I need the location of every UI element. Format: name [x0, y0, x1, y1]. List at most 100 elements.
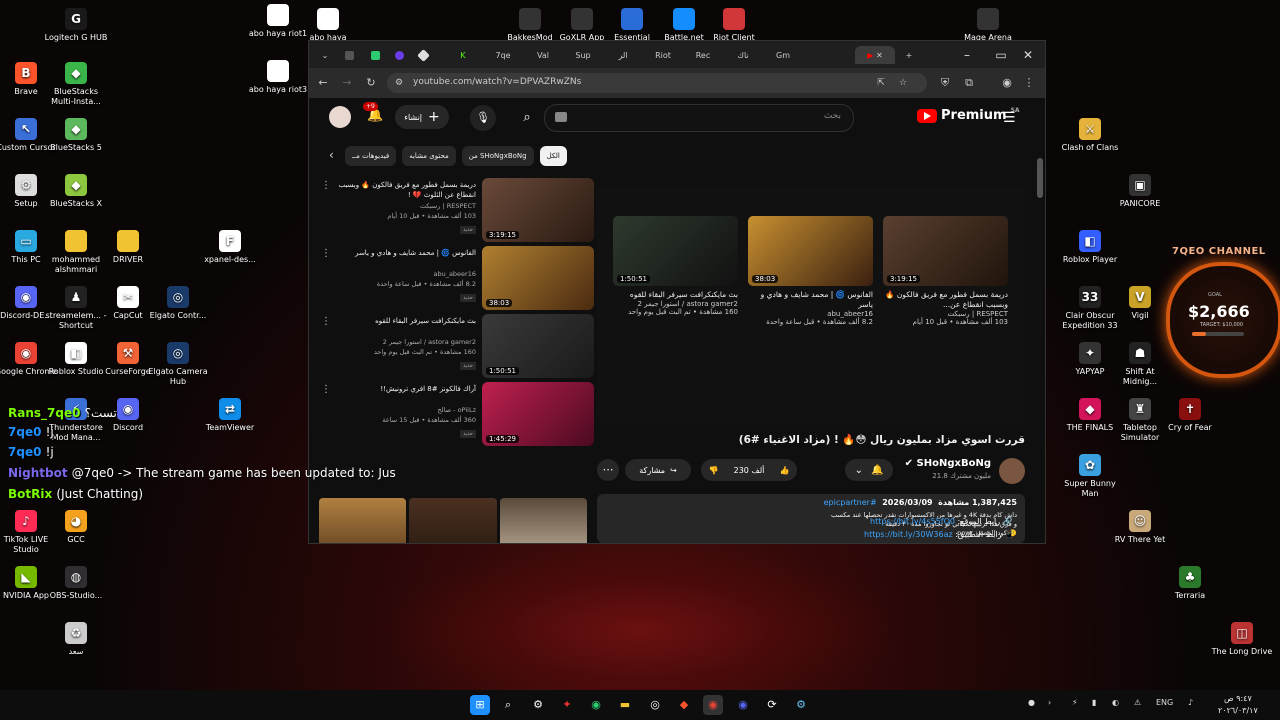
tab-item[interactable]: Gm — [763, 46, 803, 64]
video-thumbnail[interactable]: 1:50:51 — [482, 314, 594, 378]
desktop-shortcut[interactable]: ♻ سعد — [44, 622, 108, 657]
tab-search-icon[interactable]: ⌄ — [313, 46, 337, 64]
desktop-shortcut[interactable]: G Logitech G HUB — [44, 8, 108, 43]
desktop-shortcut[interactable]: ◍ OBS-Studio... — [44, 566, 108, 601]
tray-icon[interactable]: ◐ — [1112, 698, 1119, 707]
app-icon[interactable]: ◎ — [645, 695, 665, 715]
reload-icon[interactable]: ↻ — [363, 75, 379, 91]
microphone-icon[interactable]: 🎙 — [470, 105, 496, 131]
recommendation-title[interactable]: الفانوس 🌀 | محمد شايف و هادي و ياسر — [336, 248, 476, 258]
tab-item[interactable]: ناك — [723, 46, 763, 64]
chrome-icon[interactable]: ◉ — [703, 695, 723, 715]
recommendation-title[interactable]: آراك فالكونز #8 افري ترونيش!! — [336, 384, 476, 394]
dislike-icon[interactable]: 👎 — [709, 466, 719, 475]
short-thumbnail[interactable] — [409, 498, 497, 543]
video-thumbnail[interactable]: 3:19:15 — [482, 178, 594, 242]
more-actions-icon[interactable]: ⋯ — [597, 459, 619, 481]
tab-menu[interactable] — [337, 46, 361, 64]
recommendation-item[interactable]: 3:19:15 دريمة بسمل فطور مع فريق فالكون 🔥 … — [309, 178, 594, 242]
recommendation-channel[interactable]: abu_abeer16 — [336, 270, 476, 278]
minimize-button[interactable]: – — [952, 45, 982, 65]
desktop-shortcut[interactable]: Fxpanel-des... — [198, 230, 262, 265]
tab-item[interactable]: K — [443, 46, 483, 64]
subscribed-button[interactable]: ⌄ 🔔 — [845, 459, 893, 481]
desktop-shortcut[interactable]: ✝ Cry of Fear — [1158, 398, 1222, 433]
tab-item[interactable] — [411, 46, 435, 64]
end-screen-card[interactable]: 1:50:51 بث مايكنكرافت سيرفر البقاء للقوه a… — [613, 216, 738, 316]
start-icon[interactable]: ⊞ — [470, 695, 490, 715]
bookmark-star-icon[interactable]: ☆ — [895, 75, 911, 91]
tab-item[interactable]: 7qe — [483, 46, 523, 64]
volume-icon[interactable]: ♪ — [1188, 698, 1193, 707]
tray-icon[interactable]: ⚡ — [1072, 698, 1078, 707]
tab-item[interactable]: الر — [603, 46, 643, 64]
desktop-shortcut[interactable]: ▣ PANICORE — [1108, 174, 1172, 209]
tray-overflow-icon[interactable]: › — [1048, 698, 1051, 707]
tab-item[interactable] — [363, 46, 387, 64]
desktop-shortcut[interactable]: ◫ The Long Drive — [1210, 622, 1274, 657]
video-player[interactable]: 1:50:51 بث مايكنكرافت سيرفر البقاء للقوه a… — [597, 186, 1025, 424]
recommendation-channel[interactable]: astora gamer2 / استورا جيمر 2 — [336, 338, 476, 346]
more-options-icon[interactable]: ⋮ — [321, 248, 331, 259]
profile-icon[interactable]: ◉ — [999, 75, 1015, 91]
recommendation-item[interactable]: 38:03 الفانوس 🌀 | محمد شايف و هادي و ياسر… — [309, 246, 594, 310]
keyboard-icon[interactable] — [555, 112, 567, 122]
chip-related[interactable]: محتوى مشابه — [402, 146, 456, 166]
channel-avatar[interactable] — [999, 458, 1025, 484]
desktop-shortcut[interactable]: ◎ Elgato Camera Hub — [146, 342, 210, 387]
more-options-icon[interactable]: ⋮ — [321, 180, 331, 191]
more-options-icon[interactable]: ⋮ — [321, 316, 331, 327]
like-dislike-group[interactable]: 👎 230 ألف 👍 — [701, 459, 797, 481]
end-screen-card[interactable]: 38:03 الفانوس 🌀 | محمد شايف و هادي و ياسر… — [748, 216, 873, 326]
video-thumbnail[interactable]: 3:19:15 — [883, 216, 1008, 286]
desktop-shortcut[interactable]: ☺ RV There Yet — [1108, 510, 1172, 545]
back-icon[interactable]: ← — [315, 75, 331, 91]
desktop-shortcut[interactable]: abo haya riot3 — [246, 60, 310, 95]
desktop-shortcut[interactable]: ◧ Roblox Player — [1058, 230, 1122, 265]
settings-icon[interactable]: ⚙ — [528, 695, 548, 715]
new-tab-button[interactable]: + — [897, 46, 921, 64]
maximize-button[interactable]: ▭ — [986, 45, 1016, 65]
site-info-icon[interactable]: ⚙ — [391, 75, 407, 91]
scrollbar[interactable] — [1037, 158, 1043, 198]
language-indicator[interactable]: ENG — [1156, 698, 1173, 707]
video-thumbnail[interactable]: 1:50:51 — [613, 216, 738, 286]
file-explorer-icon[interactable]: ▬ — [615, 695, 635, 715]
video-thumbnail[interactable]: 38:03 — [748, 216, 873, 286]
tab-item[interactable]: Val — [523, 46, 563, 64]
clock[interactable]: ٩:٤٧ ص ٢٠٢٦/٠٣/١٧ — [1218, 693, 1258, 717]
end-screen-card[interactable]: 3:19:15 دريمة بسمل فطور مع فريق فالكون 🔥 … — [883, 216, 1008, 326]
app-icon[interactable]: ⟳ — [762, 695, 782, 715]
recommendation-channel[interactable]: oPiiLz - صالح — [336, 406, 476, 414]
url-field[interactable]: ⚙ youtube.com/watch?v=DPVAZRwZNs ⇱ ☆ — [387, 73, 927, 93]
desktop-shortcut[interactable]: ☗ Shift At Midnig... — [1108, 342, 1172, 387]
chevron-left-icon[interactable]: ‹ — [329, 148, 334, 162]
hamburger-menu-icon[interactable]: ☰ — [1003, 110, 1016, 126]
desktop-shortcut[interactable]: abo haya — [296, 8, 360, 43]
forward-icon[interactable]: → — [339, 75, 355, 91]
recommendation-channel[interactable]: RESPECT | رسبكت — [336, 202, 476, 210]
search-icon[interactable]: ⌕ — [498, 695, 518, 715]
desktop-shortcut[interactable]: ✿ Super Bunny Man — [1058, 454, 1122, 499]
short-thumbnail[interactable] — [319, 498, 407, 543]
recommendation-title[interactable]: دريمة بسمل فطور مع فريق فالكون 🔥 وبسبب ا… — [336, 180, 476, 200]
browser-window[interactable]: ⌄ K 7qe Val Sup الر Riot Rec ناك Gm ▶ ✕ … — [308, 40, 1046, 544]
desktop-shortcut[interactable]: ◆ BlueStacks 5 — [44, 118, 108, 153]
video-thumbnail[interactable]: 1:45:29 — [482, 382, 594, 446]
desktop-shortcut[interactable]: DRIVER — [96, 230, 160, 265]
shield-icon[interactable]: ⛨ — [937, 75, 953, 91]
tab-item[interactable]: Rec — [683, 46, 723, 64]
recommendation-item[interactable]: 1:50:51 بث مايكنكرافت سيرفر البقاء للقوه a… — [309, 314, 594, 378]
tab-item[interactable] — [387, 46, 411, 64]
share-button[interactable]: مشاركة ↪ — [625, 459, 691, 481]
website-link[interactable]: https://bit.ly/4s55fQ0 — [870, 517, 955, 526]
shorts-shelf[interactable] — [319, 498, 587, 543]
notifications-bell-icon[interactable]: 🔔 +9 — [363, 102, 383, 123]
tab-item[interactable]: Sup — [563, 46, 603, 64]
more-options-icon[interactable]: ⋮ — [321, 384, 331, 395]
desktop-shortcut[interactable]: ⚔ Clash of Clans — [1058, 118, 1122, 153]
close-button[interactable]: ✕ — [1013, 45, 1043, 65]
search-input[interactable]: بحث — [544, 104, 854, 132]
tray-icon[interactable]: ▮ — [1092, 698, 1096, 707]
extensions-icon[interactable]: ⧉ — [961, 75, 977, 91]
